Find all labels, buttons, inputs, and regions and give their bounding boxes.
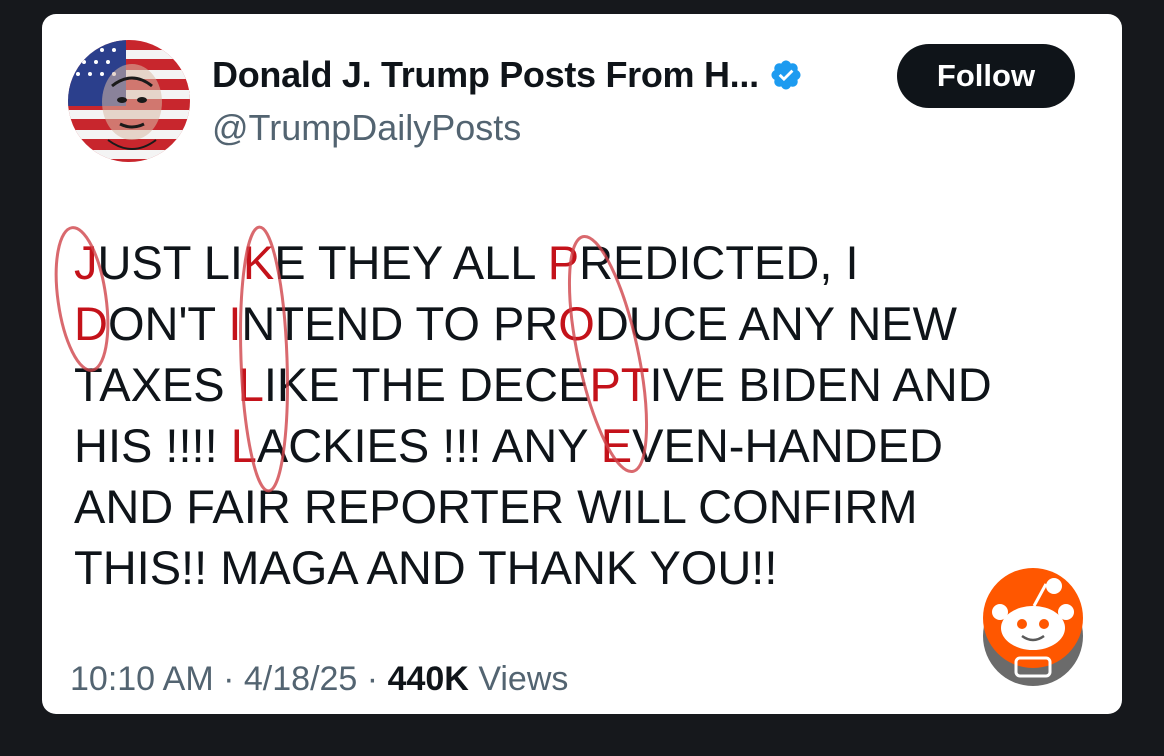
highlighted-letter: L (237, 358, 264, 411)
tweet-text-segment: UST LI (97, 236, 243, 289)
tweet-time[interactable]: 10:10 AM (70, 660, 214, 698)
tweet-text-segment: DUCE ANY NEW (594, 297, 957, 350)
tweet-text-segment: HIS !!!! (74, 419, 231, 472)
highlighted-letter: PT (589, 358, 650, 411)
highlighted-letter: D (74, 297, 108, 350)
meta-separator: · (366, 660, 379, 698)
highlighted-letter: I (228, 297, 242, 350)
follow-button[interactable]: Follow (897, 44, 1075, 108)
tweet-text-line: DON'T INTEND TO PRODUCE ANY NEW (74, 293, 1094, 354)
tweet-card: Donald J. Trump Posts From H... @TrumpDa… (42, 14, 1122, 714)
highlighted-letter: L (230, 419, 257, 472)
author-handle[interactable]: @TrumpDailyPosts (212, 107, 521, 149)
tweet-text-segment: IVE BIDEN AND (649, 358, 992, 411)
reddit-snoo-icon (978, 566, 1088, 696)
tweet-text-line: THIS!! MAGA AND THANK YOU!! (74, 537, 1094, 598)
tweet-text-segment: ON'T (107, 297, 229, 350)
tweet-text-line: HIS !!!! LACKIES !!! ANY EVEN-HANDED (74, 415, 1094, 476)
highlighted-letter: P (547, 236, 580, 289)
tweet-text-segment: VEN-HANDED (632, 419, 943, 472)
tweet-text-line: AND FAIR REPORTER WILL CONFIRM (74, 476, 1094, 537)
tweet-text-segment: TAXES (74, 358, 238, 411)
highlighted-letter: E (600, 419, 633, 472)
tweet-text: JUST LIKE THEY ALL PREDICTED, I DON'T INT… (74, 232, 1094, 598)
tweet-text-line: TAXES LIKE THE DECEPTIVE BIDEN AND (74, 354, 1094, 415)
tweet-text-segment: IKE THE DECE (263, 358, 590, 411)
author-display-name[interactable]: Donald J. Trump Posts From H... (212, 54, 759, 96)
tweet-text-segment: ACKIES !!! ANY (256, 419, 601, 472)
tweet-text-segment: THIS!! MAGA AND THANK YOU!! (74, 541, 778, 594)
highlighted-letter: O (558, 297, 595, 350)
tweet-text-segment: NTEND TO PR (241, 297, 559, 350)
highlighted-letter: J (74, 236, 98, 289)
tweet-text-segment: E THEY ALL (274, 236, 548, 289)
tweet-text-segment: AND FAIR REPORTER WILL CONFIRM (74, 480, 918, 533)
verified-badge-icon (771, 60, 801, 90)
author-name-row[interactable]: Donald J. Trump Posts From H... (212, 54, 803, 96)
views-count: 440K (387, 660, 469, 698)
tweet-date[interactable]: 4/18/25 (244, 660, 357, 698)
highlighted-letter: K (242, 236, 275, 289)
views-label: Views (478, 660, 569, 698)
meta-separator: · (223, 660, 235, 698)
tweet-text-segment: REDICTED, I (579, 236, 859, 289)
avatar[interactable] (68, 40, 190, 162)
tweet-meta: 10:10 AM · 4/18/25 · 440K Views (70, 660, 568, 699)
tweet-text-line: JUST LIKE THEY ALL PREDICTED, I (74, 232, 1094, 293)
